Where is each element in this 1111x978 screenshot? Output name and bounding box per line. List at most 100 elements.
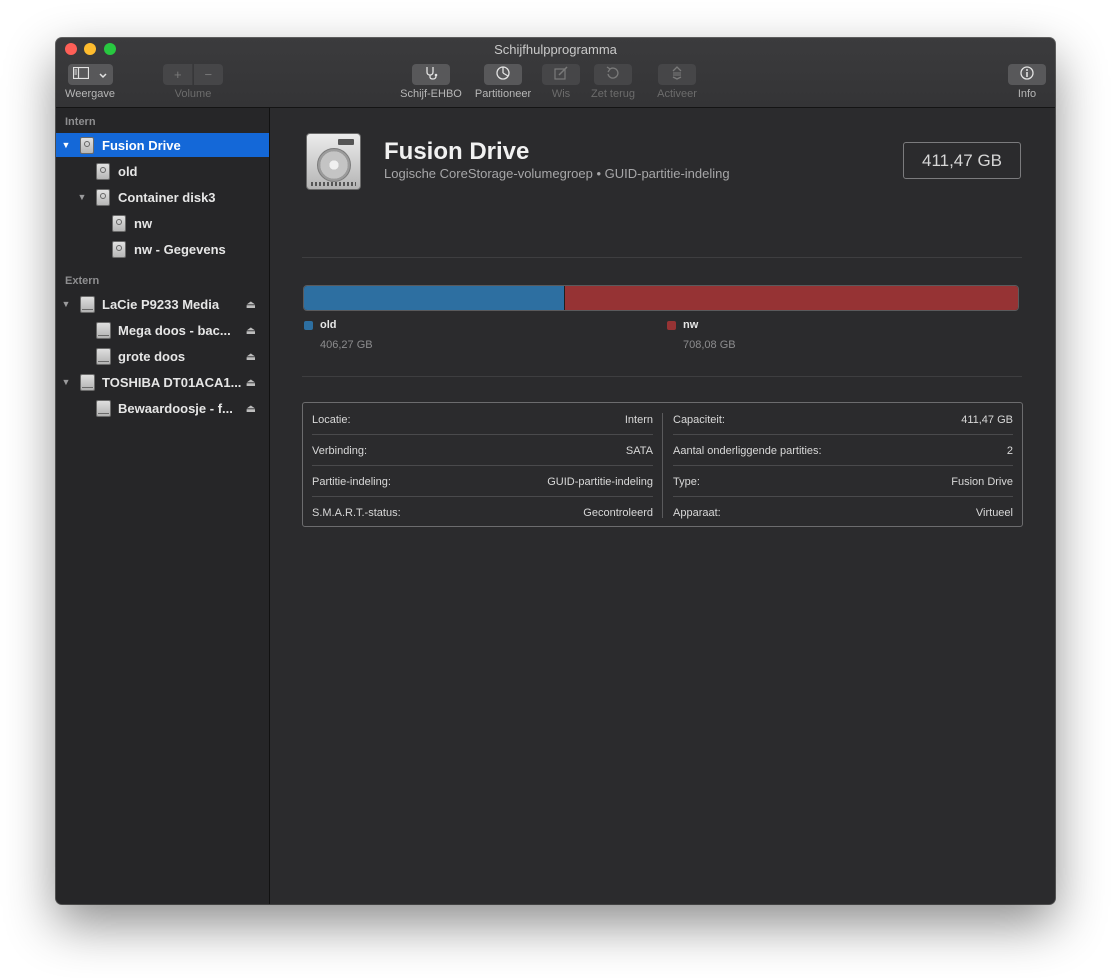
info-value: Gecontroleerd (583, 506, 653, 519)
info-icon (1020, 66, 1034, 83)
sidebar-icon (72, 66, 89, 82)
eject-icon[interactable]: ⏏ (246, 402, 256, 415)
stethoscope-icon (424, 66, 438, 83)
disclosure-triangle-icon[interactable]: ▼ (61, 140, 71, 150)
eject-icon[interactable]: ⏏ (246, 298, 256, 311)
legend-value: 708,08 GB (683, 339, 736, 351)
undo-arrow-icon (606, 66, 620, 83)
sidebar-item-label: Mega doos - bac... (118, 322, 231, 338)
sidebar-item-label: Bewaardoosje - f... (118, 400, 233, 416)
sidebar-item-label: TOSHIBA DT01ACA1... (102, 374, 242, 390)
view-label: Weergave (65, 88, 115, 100)
eject-icon[interactable]: ⏏ (246, 350, 256, 363)
info-label: Verbinding: (312, 444, 368, 457)
add-volume-button[interactable]: + (163, 64, 194, 85)
info-label: Capaciteit: (673, 413, 725, 426)
plus-icon: + (173, 67, 182, 82)
info-label: Info (1017, 88, 1037, 100)
usage-bar (303, 285, 1019, 311)
mount-icon (671, 66, 683, 83)
partition-button[interactable] (484, 64, 522, 85)
volume-group: + − Volume (163, 64, 223, 100)
column-divider (662, 413, 663, 518)
first-aid-button[interactable] (412, 64, 450, 85)
sidebar-item-label: grote doos (118, 348, 186, 364)
external-disk-icon (80, 295, 95, 313)
erase-button[interactable] (542, 64, 580, 85)
partition-label: Partitioneer (474, 88, 532, 100)
sidebar-item-container-disk3[interactable]: ▼ Container disk3 (56, 185, 269, 209)
sidebar: Intern ▼ Fusion Drive old ▼ Container di… (56, 108, 270, 904)
sidebar-item-mega-doos[interactable]: Mega doos - bac... ⏏ (56, 318, 269, 342)
sidebar-item-label: old (118, 163, 138, 179)
legend-value: 406,27 GB (320, 339, 373, 351)
sidebar-item-nw-gegevens[interactable]: nw - Gegevens (56, 237, 269, 261)
hard-disk-icon (112, 240, 126, 258)
info-table: Locatie: Intern Verbinding: SATA Partiti… (302, 402, 1023, 527)
info-value: GUID-partitie-indeling (547, 475, 653, 488)
sidebar-item-grote-doos[interactable]: grote doos ⏏ (56, 344, 269, 368)
info-column-left: Locatie: Intern Verbinding: SATA Partiti… (312, 403, 653, 528)
mount-group: Activeer (654, 64, 700, 100)
disk-utility-window: Schijfhulpprogramma Weergave + − Volume (56, 38, 1055, 904)
info-label: Aantal onderliggende partities: (673, 444, 822, 457)
info-value: SATA (625, 444, 653, 457)
sidebar-item-lacie[interactable]: ▼ LaCie P9233 Media ⏏ (56, 292, 269, 316)
info-label: Locatie: (312, 413, 351, 426)
sidebar-item-nw[interactable]: nw (56, 211, 269, 235)
sidebar-item-fusion-drive[interactable]: ▼ Fusion Drive (56, 133, 269, 157)
legend-swatch (667, 321, 676, 330)
external-disk-icon (96, 399, 111, 417)
info-label: Partitie-indeling: (312, 475, 391, 488)
sidebar-item-bewaardoosje[interactable]: Bewaardoosje - f... ⏏ (56, 396, 269, 420)
external-disk-icon (80, 373, 95, 391)
external-disk-icon (96, 347, 111, 365)
info-value: Virtueel (975, 506, 1013, 519)
drive-size: 411,47 GB (903, 142, 1021, 179)
legend-swatch (304, 321, 313, 330)
sidebar-item-label: nw (134, 215, 153, 231)
remove-volume-button[interactable]: − (193, 64, 223, 85)
eject-icon[interactable]: ⏏ (246, 376, 256, 389)
info-label: Type: (673, 475, 700, 488)
volume-label: Volume (174, 88, 212, 100)
divider (302, 376, 1022, 377)
drive-subtitle: Logische CoreStorage-volumegroep • GUID-… (384, 166, 730, 181)
sidebar-item-label: LaCie P9233 Media (102, 296, 220, 312)
info-row: Verbinding: SATA (312, 435, 653, 466)
toolbar: Schijfhulpprogramma Weergave + − Volume (56, 38, 1055, 108)
hard-disk-icon (112, 214, 126, 232)
restore-button[interactable] (594, 64, 632, 85)
sidebar-item-label: nw - Gegevens (134, 241, 226, 257)
info-row: Apparaat: Virtueel (673, 497, 1013, 528)
disclosure-triangle-icon[interactable]: ▼ (77, 192, 87, 202)
info-row: Aantal onderliggende partities: 2 (673, 435, 1013, 466)
sidebar-item-old[interactable]: old (56, 159, 269, 183)
usage-segment-nw[interactable] (564, 286, 1018, 310)
mount-button[interactable] (658, 64, 696, 85)
info-value: 411,47 GB (961, 413, 1013, 426)
chevron-down-icon (99, 67, 107, 82)
divider (302, 257, 1022, 258)
erase-icon (554, 66, 568, 83)
view-button[interactable] (67, 64, 113, 85)
info-column-right: Capaciteit: 411,47 GB Aantal onderliggen… (673, 403, 1013, 528)
restore-label: Zet terug (590, 88, 636, 100)
first-aid-label: Schijf-EHBO (400, 88, 462, 100)
usage-segment-old[interactable] (304, 286, 565, 310)
legend-name: nw (683, 319, 699, 331)
disclosure-triangle-icon[interactable]: ▼ (61, 377, 71, 387)
info-label: Apparaat: (673, 506, 721, 519)
pie-chart-icon (496, 66, 510, 83)
erase-group: Wis (542, 64, 580, 100)
info-button[interactable] (1008, 64, 1046, 85)
hard-disk-icon (96, 188, 110, 206)
sidebar-item-toshiba[interactable]: ▼ TOSHIBA DT01ACA1... ⏏ (56, 370, 269, 394)
legend-name: old (320, 319, 337, 331)
hard-disk-icon (96, 162, 110, 180)
disclosure-triangle-icon[interactable]: ▼ (61, 299, 71, 309)
minus-icon: − (204, 67, 213, 82)
eject-icon[interactable]: ⏏ (246, 324, 256, 337)
drive-name: Fusion Drive (384, 138, 530, 165)
info-value: Intern (624, 413, 653, 426)
